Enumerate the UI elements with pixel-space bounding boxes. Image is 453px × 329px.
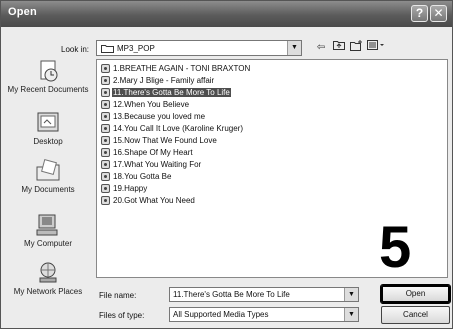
views-menu-icon[interactable] (366, 40, 386, 56)
place-my-network-places[interactable]: My Network Places (5, 261, 91, 296)
file-name-value: 11.There's Gotta Be More To Life (173, 290, 290, 299)
cancel-button[interactable]: Cancel (381, 306, 450, 324)
look-in-label: Look in: (61, 45, 90, 54)
list-item[interactable]: 19.Happy (101, 183, 148, 194)
media-file-icon (101, 100, 110, 109)
chevron-down-icon[interactable]: ▼ (344, 308, 358, 321)
new-folder-icon[interactable] (348, 40, 364, 56)
open-button[interactable]: Open (380, 284, 451, 304)
list-item[interactable]: 18.You Gotta Be (101, 171, 172, 182)
list-item[interactable]: 12.When You Believe (101, 99, 190, 110)
chevron-down-icon[interactable]: ▼ (287, 41, 301, 55)
media-file-icon (101, 64, 110, 73)
media-file-icon (101, 172, 110, 181)
place-my-recent-documents[interactable]: My Recent Documents (5, 59, 91, 94)
place-my-computer[interactable]: My Computer (5, 213, 91, 248)
look-in-dropdown[interactable]: MP3_POP ▼ (96, 40, 302, 56)
file-type-dropdown[interactable]: All Supported Media Types ▼ (169, 307, 359, 322)
my-computer-icon (36, 214, 58, 236)
window-title: Open (8, 6, 37, 18)
list-item-selected[interactable]: 11.There's Gotta Be More To Life (101, 87, 231, 98)
my-documents-icon (36, 159, 60, 181)
step-callout: 5 (379, 215, 412, 280)
network-places-icon (39, 262, 57, 283)
look-in-value: MP3_POP (117, 44, 155, 53)
up-folder-icon[interactable] (331, 40, 347, 56)
list-item[interactable]: 14.You Call It Love (Karoline Kruger) (101, 123, 244, 134)
places-bar: My Recent Documents Desktop My Documents (5, 59, 91, 325)
list-item[interactable]: 20.Got What You Need (101, 195, 196, 206)
media-file-icon (101, 88, 110, 97)
media-file-icon (101, 184, 110, 193)
file-name-label: File name: (99, 291, 137, 300)
media-file-icon (101, 112, 110, 121)
media-file-icon (101, 148, 110, 157)
media-file-icon (101, 124, 110, 133)
list-item[interactable]: 2.Mary J Blige - Family affair (101, 75, 215, 86)
media-file-icon (101, 76, 110, 85)
chevron-down-icon[interactable]: ▼ (344, 288, 358, 301)
close-button[interactable]: ✕ (430, 5, 447, 22)
recent-documents-icon (40, 60, 58, 82)
desktop-icon (37, 112, 59, 132)
media-file-icon (101, 160, 110, 169)
place-my-documents[interactable]: My Documents (5, 159, 91, 194)
media-file-icon (101, 136, 110, 145)
back-icon[interactable]: ⇦ (313, 40, 329, 56)
list-item[interactable]: 13.Because you loved me (101, 111, 206, 122)
folder-icon (101, 45, 114, 53)
list-item[interactable]: 16.Shape Of My Heart (101, 147, 194, 158)
list-item[interactable]: 1.BREATHE AGAIN - TONI BRAXTON (101, 63, 251, 74)
files-of-type-label: Files of type: (99, 311, 145, 320)
open-dialog: Open ? ✕ Look in: MP3_POP ▼ ⇦ My Recent … (0, 0, 453, 329)
place-desktop[interactable]: Desktop (5, 111, 91, 146)
file-name-field[interactable]: 11.There's Gotta Be More To Life ▼ (169, 287, 359, 302)
list-item[interactable]: 17.What You Waiting For (101, 159, 202, 170)
list-item[interactable]: 15.Now That We Found Love (101, 135, 218, 146)
help-button[interactable]: ? (411, 5, 428, 22)
media-file-icon (101, 196, 110, 205)
title-bar[interactable]: Open ? ✕ (1, 1, 452, 27)
file-type-value: All Supported Media Types (173, 310, 269, 319)
